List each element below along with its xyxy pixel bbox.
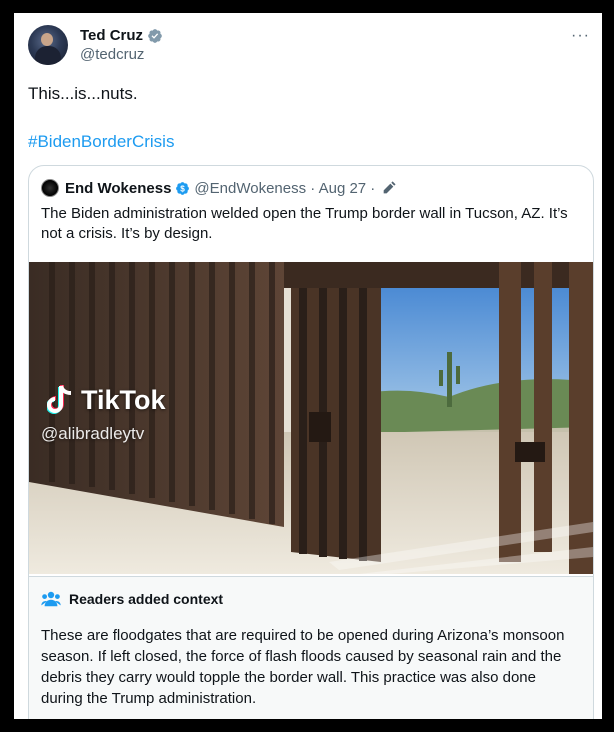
quoted-tweet[interactable]: End Wokeness $ @EndWokeness · Aug 27 · T… xyxy=(28,165,594,719)
tiktok-handle: @alibradleytv xyxy=(41,424,145,443)
border-wall-video-frame xyxy=(29,262,593,574)
community-note: Readers added context These are floodgat… xyxy=(29,576,593,719)
tweet-card: Ted Cruz @tedcruz ··· This...is...nuts. … xyxy=(14,13,602,719)
verified-dollar-badge-icon: $ xyxy=(176,181,190,195)
people-icon xyxy=(41,591,61,607)
quoted-meta: @EndWokeness · Aug 27 · xyxy=(194,179,376,197)
avatar[interactable] xyxy=(28,25,68,65)
quoted-video[interactable]: TikTok @alibradleytv xyxy=(29,262,593,574)
verified-badge-icon xyxy=(148,28,162,43)
quoted-avatar[interactable] xyxy=(41,179,59,197)
tweet-author[interactable]: Ted Cruz @tedcruz xyxy=(28,25,163,65)
hashtag-link[interactable]: #BidenBorderCrisis xyxy=(28,132,174,152)
community-note-title: Readers added context xyxy=(69,591,224,607)
tiktok-brand-text: TikTok xyxy=(81,384,166,415)
svg-text:$: $ xyxy=(181,184,186,193)
quoted-text: The Biden administration welded open the… xyxy=(41,205,568,242)
quoted-author[interactable]: End Wokeness $ @EndWokeness · Aug 27 · xyxy=(41,179,397,197)
edit-pencil-icon xyxy=(383,181,396,194)
author-handle[interactable]: @tedcruz xyxy=(80,46,163,63)
tiktok-watermark: TikTok xyxy=(47,384,166,416)
community-note-header[interactable]: Readers added context xyxy=(41,591,223,607)
more-options-icon[interactable]: ··· xyxy=(571,27,590,45)
tiktok-logo-icon xyxy=(47,385,72,414)
author-names: Ted Cruz @tedcruz xyxy=(80,27,163,63)
tweet-text: This...is...nuts. xyxy=(28,84,138,103)
quoted-display-name[interactable]: End Wokeness xyxy=(65,180,171,197)
community-note-text: These are floodgates that are required t… xyxy=(41,627,565,707)
author-display-name[interactable]: Ted Cruz xyxy=(80,27,143,44)
